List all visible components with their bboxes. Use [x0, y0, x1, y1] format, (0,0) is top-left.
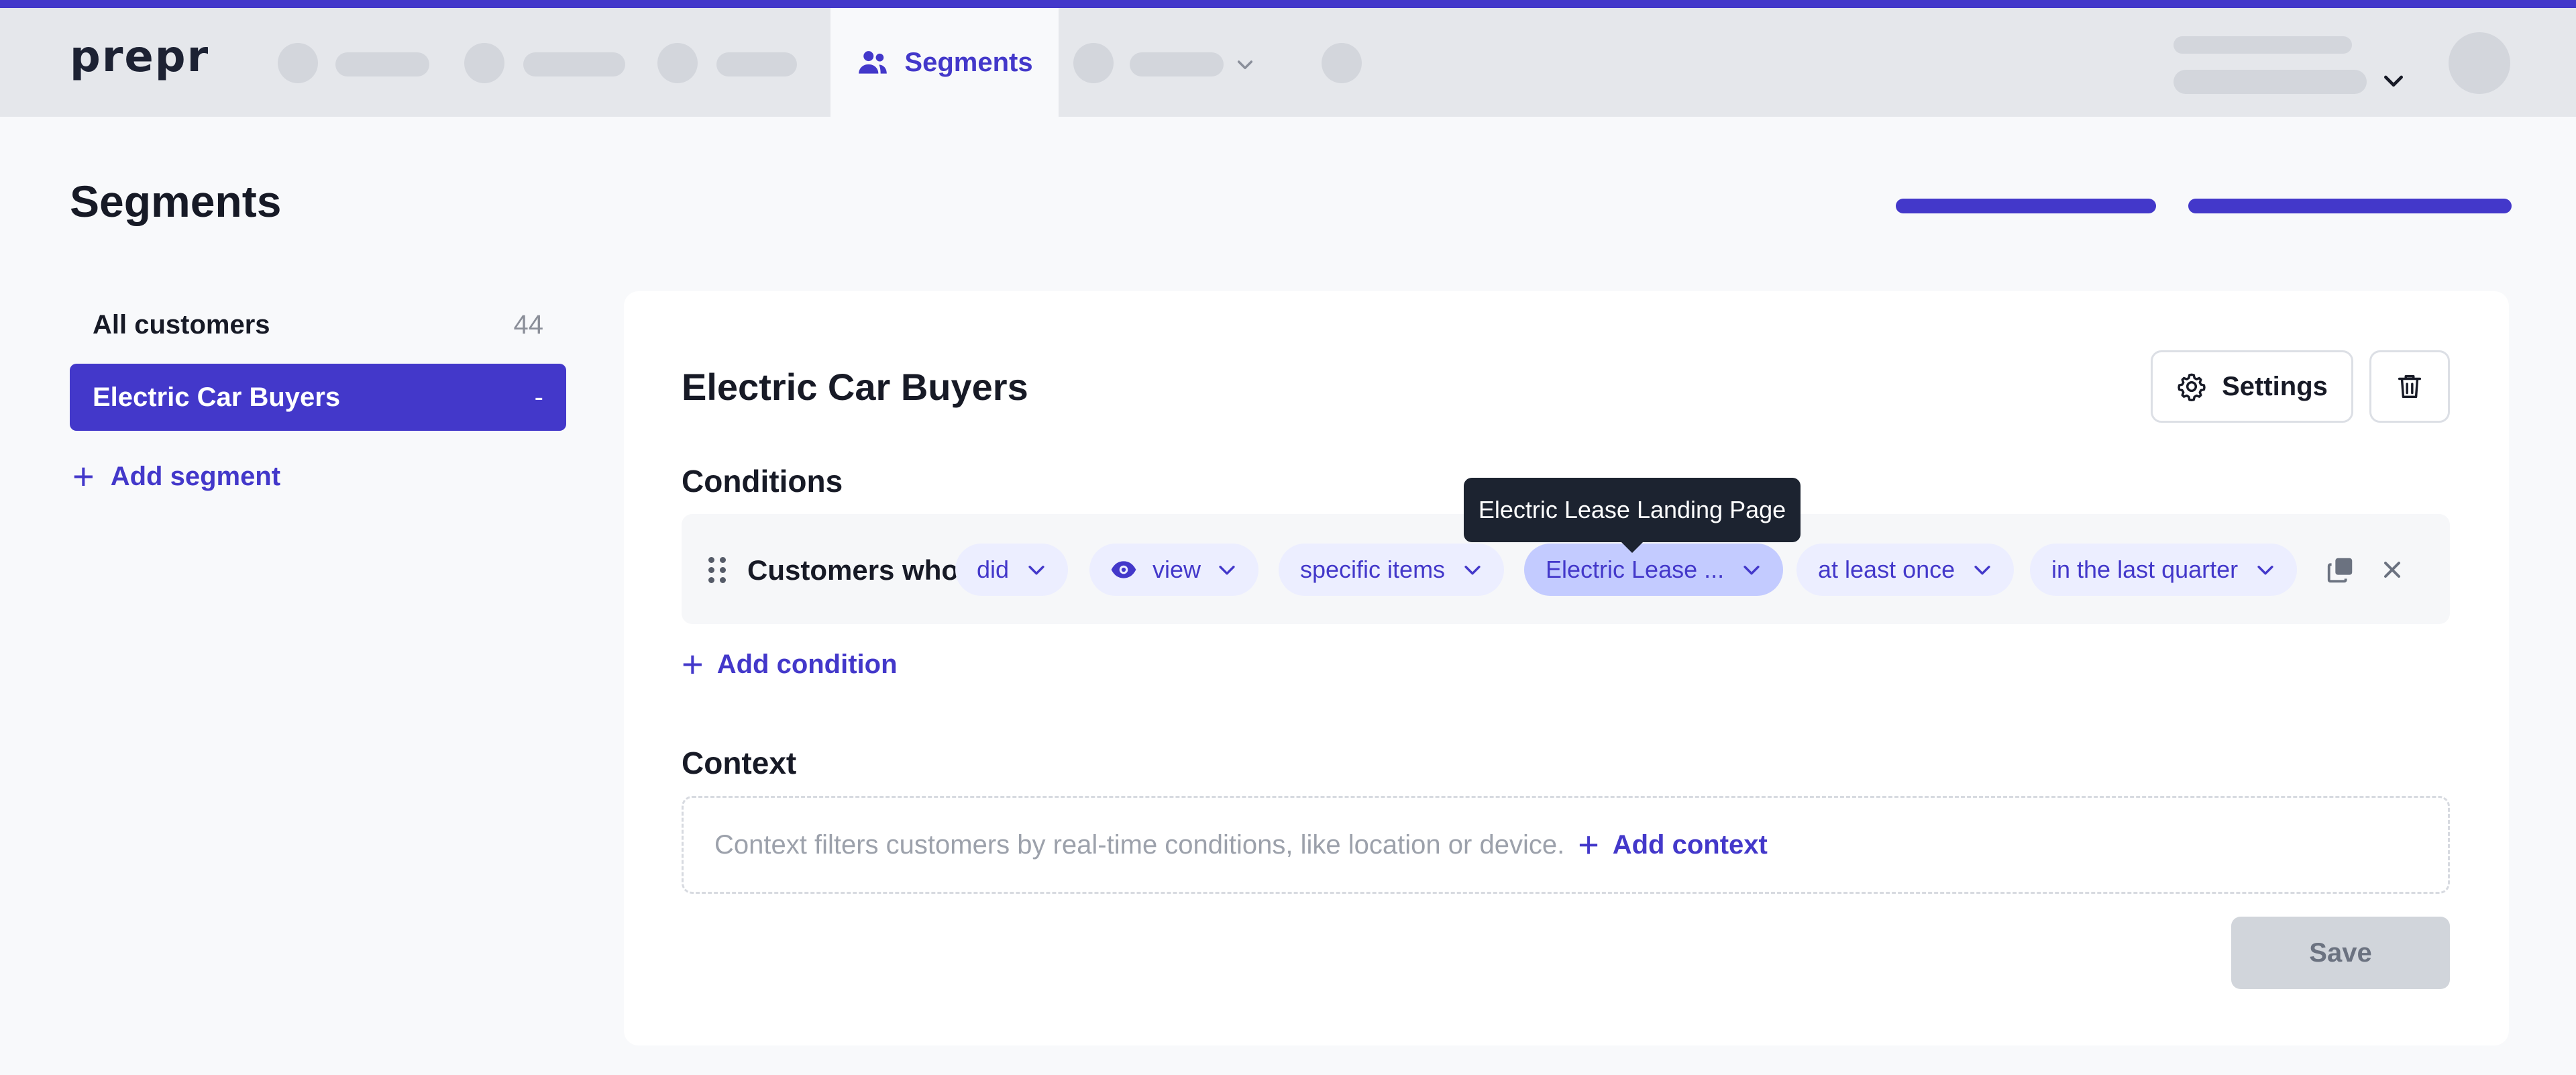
chip-label: Electric Lease ... — [1546, 556, 1725, 583]
top-accent-bar — [0, 0, 2576, 8]
nav-item-1-icon[interactable] — [278, 43, 318, 83]
close-icon[interactable] — [2379, 556, 2406, 583]
chip-specific-items-dropdown[interactable]: specific items — [1279, 544, 1505, 596]
eye-icon — [1111, 561, 1136, 578]
sidebar-item-label: All customers — [93, 309, 270, 340]
chevron-down-icon — [1464, 566, 1481, 575]
chevron-down-icon — [1974, 566, 1990, 575]
add-segment-button[interactable]: + Add segment — [72, 458, 280, 495]
sidebar-item-electric-car-buyers[interactable]: Electric Car Buyers - — [70, 364, 566, 431]
add-condition-button[interactable]: + Add condition — [682, 646, 898, 683]
nav-item-3-label-placeholder[interactable] — [716, 52, 797, 76]
gear-icon — [2178, 373, 2206, 402]
nav-item-6-icon[interactable] — [1322, 43, 1362, 83]
user-name-placeholder[interactable] — [2174, 36, 2352, 54]
sidebar-item-count: - — [534, 382, 543, 412]
trash-icon — [2398, 374, 2422, 399]
chip-label: view — [1152, 556, 1201, 583]
add-segment-label: Add segment — [110, 461, 281, 491]
account-chevron-down-icon[interactable] — [2380, 67, 2407, 94]
chevron-down-icon — [1028, 566, 1044, 575]
condition-lead-text: Customers who — [747, 554, 959, 586]
duplicate-icon[interactable] — [2325, 554, 2356, 585]
context-hint-text: Context filters customers by real-time c… — [714, 829, 1565, 860]
chip-timeframe-dropdown[interactable]: in the last quarter — [2030, 544, 2298, 596]
plus-icon: + — [72, 455, 95, 497]
chevron-down-icon — [1743, 566, 1760, 575]
nav-item-3-icon[interactable] — [657, 43, 698, 83]
tab-segments-label: Segments — [904, 47, 1033, 77]
chip-label: specific items — [1300, 556, 1446, 583]
chevron-down-icon[interactable] — [1234, 54, 1256, 75]
context-dropzone: Context filters customers by real-time c… — [682, 796, 2450, 894]
sidebar-item-count: 44 — [513, 309, 544, 340]
nav-item-5-label-placeholder[interactable] — [1130, 52, 1224, 76]
users-icon — [859, 51, 888, 74]
delete-segment-button[interactable] — [2369, 350, 2450, 423]
add-context-button[interactable]: + Add context — [1578, 827, 1768, 863]
header-action-button-placeholder[interactable] — [1896, 199, 2156, 213]
nav-item-2-label-placeholder[interactable] — [523, 52, 625, 76]
page-title: Segments — [70, 176, 282, 226]
chevron-down-icon — [1219, 566, 1235, 575]
settings-button[interactable]: Settings — [2151, 350, 2353, 423]
plus-icon: + — [682, 643, 704, 685]
nav-item-1-label-placeholder[interactable] — [335, 52, 429, 76]
chip-label: did — [977, 556, 1010, 583]
chip-did-dropdown[interactable]: did — [955, 544, 1069, 596]
chip-tooltip: Electric Lease Landing Page — [1464, 478, 1801, 553]
conditions-heading: Conditions — [682, 464, 843, 499]
chevron-down-icon — [2257, 566, 2273, 575]
sidebar-item-all-customers[interactable]: All customers 44 — [70, 291, 566, 358]
prepr-logo[interactable]: prepr — [70, 32, 209, 82]
chip-view-dropdown[interactable]: view — [1089, 544, 1259, 596]
header-primary-button-placeholder[interactable] — [2188, 199, 2512, 213]
avatar[interactable] — [2449, 32, 2510, 94]
nav-item-2-icon[interactable] — [464, 43, 504, 83]
plus-icon: + — [1578, 825, 1599, 865]
settings-label: Settings — [2222, 371, 2328, 401]
workspace-name-placeholder[interactable] — [2174, 70, 2367, 94]
chip-frequency-dropdown[interactable]: at least once — [1796, 544, 2015, 596]
save-button[interactable]: Save — [2231, 917, 2450, 989]
add-condition-label: Add condition — [716, 649, 898, 679]
segment-title: Electric Car Buyers — [682, 366, 1028, 408]
nav-item-5-icon[interactable] — [1073, 43, 1114, 83]
chip-item-selection-dropdown[interactable]: Electric Lease ... — [1524, 544, 1784, 596]
sidebar-item-label: Electric Car Buyers — [93, 382, 341, 412]
tab-segments[interactable]: Segments — [830, 8, 1059, 117]
drag-handle-icon[interactable] — [708, 557, 729, 584]
chip-label: in the last quarter — [2051, 556, 2239, 583]
chip-label: at least once — [1818, 556, 1955, 583]
add-context-label: Add context — [1612, 829, 1768, 860]
context-heading: Context — [682, 746, 797, 780]
